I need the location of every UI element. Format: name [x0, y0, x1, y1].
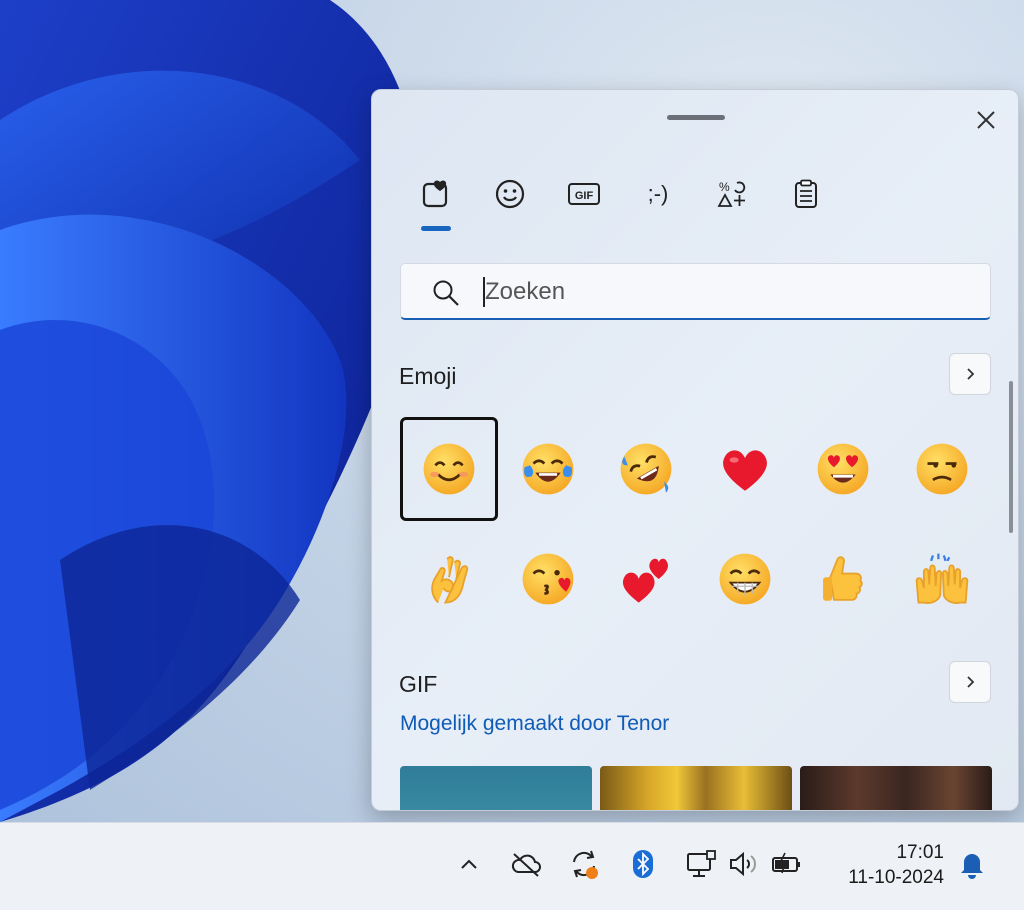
- sync-icon: [573, 850, 598, 879]
- emoji-panel: GIF ;-) % Emoji: [371, 89, 1019, 811]
- rolling-on-floor-laughing-icon: [620, 443, 672, 495]
- svg-text:GIF: GIF: [575, 190, 594, 202]
- gif-thumbnail[interactable]: [800, 766, 992, 810]
- chevron-up-icon: [461, 859, 477, 869]
- clock[interactable]: 17:01 11-10-2024: [824, 840, 944, 890]
- volume-icon: [730, 851, 756, 877]
- notification-bell-icon: [961, 854, 983, 879]
- heart-clipboard-icon: [422, 180, 448, 208]
- smiling-face-with-heart-eyes-icon: [818, 443, 869, 495]
- red-heart-icon: [722, 450, 767, 491]
- sync-status-button[interactable]: [567, 846, 601, 882]
- emoji-two-hearts[interactable]: [597, 527, 695, 631]
- drag-handle[interactable]: [667, 115, 725, 120]
- ok-hand-icon: [431, 556, 469, 604]
- emoji-face-blowing-kiss[interactable]: [499, 527, 597, 631]
- clock-date: 11-10-2024: [848, 867, 944, 888]
- network-icon: [687, 850, 716, 877]
- close-button[interactable]: [968, 102, 1004, 138]
- search-input[interactable]: [485, 274, 965, 310]
- emoji-ok-hand[interactable]: [400, 527, 498, 631]
- emoji-beaming-face-with-smiling-eyes[interactable]: [696, 527, 794, 631]
- gif-thumbnail[interactable]: [600, 766, 792, 810]
- tab-symbols[interactable]: %: [710, 172, 754, 216]
- svg-text:%: %: [719, 180, 730, 194]
- tab-gif[interactable]: GIF: [562, 172, 606, 216]
- emoji-smiling-face-with-smiling-eyes[interactable]: [400, 417, 498, 521]
- kaomoji-icon: ;-): [647, 181, 669, 206]
- battery-button[interactable]: [770, 846, 804, 882]
- chevron-right-icon: [967, 676, 975, 688]
- emoji-section-title: Emoji: [399, 363, 457, 389]
- tab-kaomoji[interactable]: ;-): [636, 172, 680, 216]
- chevron-right-icon: [967, 368, 975, 380]
- battery-icon: [772, 852, 800, 874]
- tenor-attribution-link[interactable]: Mogelijk gemaakt door Tenor: [400, 712, 669, 736]
- emoji-smiling-face-with-heart-eyes[interactable]: [794, 417, 892, 521]
- search-box[interactable]: [400, 263, 991, 320]
- clipboard-icon: [795, 179, 817, 208]
- face-with-tears-of-joy-icon: [522, 443, 573, 495]
- active-tab-indicator: [421, 226, 451, 231]
- tab-favorites[interactable]: [414, 172, 458, 216]
- emoji-face-with-tears-of-joy[interactable]: [499, 417, 597, 521]
- notifications-button[interactable]: [955, 846, 989, 882]
- symbols-icon: %: [717, 180, 746, 207]
- two-hearts-icon: [623, 558, 669, 603]
- emoji-thumbs-up[interactable]: [794, 527, 892, 631]
- emoji-more-button[interactable]: [949, 353, 991, 395]
- clock-time: 17:01: [896, 842, 944, 863]
- bluetooth-icon: [633, 850, 653, 878]
- network-button[interactable]: [684, 846, 718, 882]
- emoji-unamused-face[interactable]: [893, 417, 991, 521]
- onedrive-offline-icon: [511, 853, 541, 877]
- thumbs-up-icon: [823, 556, 864, 601]
- close-icon: [977, 111, 995, 129]
- smiley-icon: [495, 179, 525, 209]
- emoji-raising-hands[interactable]: [893, 527, 991, 631]
- gif-icon: GIF: [568, 183, 600, 205]
- face-blowing-kiss-icon: [522, 553, 573, 605]
- scrollbar[interactable]: [1009, 381, 1013, 533]
- tab-clipboard[interactable]: [784, 172, 828, 216]
- volume-button[interactable]: [726, 846, 760, 882]
- gif-more-button[interactable]: [949, 661, 991, 703]
- smiling-face-with-smiling-eyes-icon: [423, 443, 475, 495]
- unamused-face-icon: [916, 443, 968, 495]
- emoji-rolling-on-floor-laughing[interactable]: [597, 417, 695, 521]
- onedrive-button[interactable]: [509, 846, 543, 882]
- show-hidden-icons-button[interactable]: [452, 846, 486, 882]
- bluetooth-button[interactable]: [626, 846, 660, 882]
- raising-hands-icon: [915, 553, 969, 604]
- gif-thumbnail[interactable]: [400, 766, 592, 810]
- emoji-red-heart[interactable]: [696, 417, 794, 521]
- tab-emoji[interactable]: [488, 172, 532, 216]
- beaming-face-with-smiling-eyes-icon: [719, 553, 771, 605]
- gif-section-title: GIF: [399, 671, 438, 697]
- search-icon: [433, 280, 459, 306]
